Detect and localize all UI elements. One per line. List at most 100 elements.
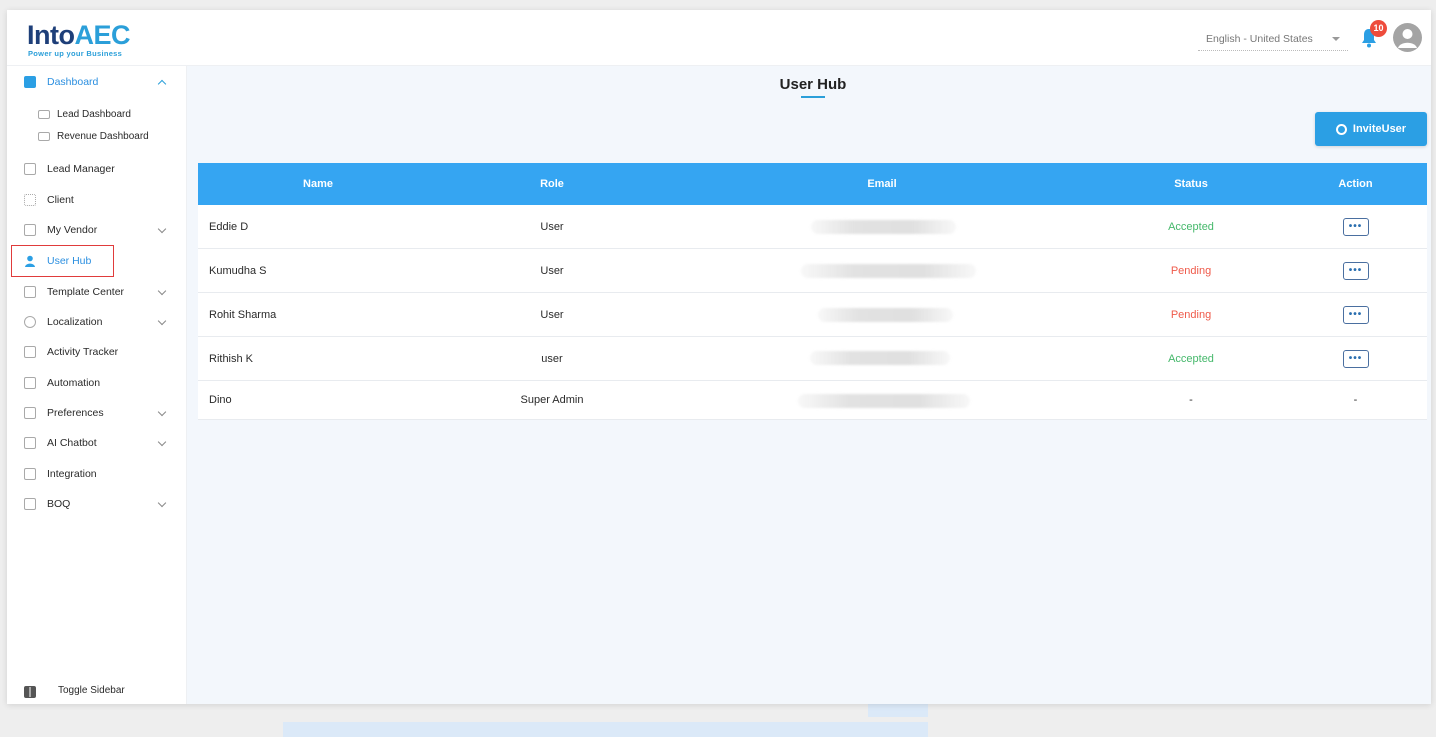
toggle-sidebar-icon [24, 686, 36, 698]
column-header-action[interactable]: Action [1284, 163, 1427, 205]
cell-status: - [1189, 394, 1193, 406]
toggle-sidebar-label: Toggle Sidebar [58, 685, 125, 696]
background-ghost-button [868, 703, 928, 717]
app-window: IntoAEC Power up your Business English -… [7, 10, 1431, 704]
sidebar-item-label: Client [47, 194, 74, 206]
boq-icon [24, 498, 36, 510]
cell-status: Pending [1170, 308, 1212, 321]
cell-email-redacted [801, 264, 976, 278]
sidebar-item-my-vendor[interactable]: My Vendor [7, 217, 187, 243]
sidebar-item-label: Preferences [47, 407, 104, 419]
sidebar-item-revenue-dashboard[interactable]: Revenue Dashboard [7, 123, 187, 149]
sidebar-item-automation[interactable]: Automation [7, 370, 187, 396]
sidebar-item-ai-chatbot[interactable]: AI Chatbot [7, 430, 187, 456]
chevron-up-icon[interactable] [157, 79, 167, 89]
more-actions-button[interactable]: ••• [1342, 305, 1369, 324]
language-select[interactable]: English - United States [1198, 27, 1348, 51]
users-table: Name Role Email Status Action Eddie D Us… [198, 163, 1427, 420]
sidebar-item-label: Localization [47, 316, 103, 328]
cell-action: - [1353, 394, 1358, 406]
invite-user-label: InviteUser [1352, 123, 1407, 135]
sidebar-item-preferences[interactable]: Preferences [7, 400, 187, 426]
column-header-role[interactable]: Role [438, 163, 666, 205]
cell-action: ••• [1284, 293, 1427, 336]
column-header-status[interactable]: Status [1098, 163, 1284, 205]
avatar[interactable] [1393, 23, 1422, 52]
logo-accent: AEC [74, 20, 130, 50]
more-actions-button[interactable]: ••• [1342, 261, 1369, 280]
cell-email-redacted [818, 308, 953, 322]
cell-name: Eddie D [209, 220, 249, 233]
top-header: IntoAEC Power up your Business English -… [7, 10, 1431, 66]
caret-down-icon [1332, 37, 1340, 41]
cell-role: User [540, 220, 564, 233]
table-row: Rohit Sharma User Pending ••• [198, 293, 1427, 337]
chevron-down-icon[interactable] [157, 437, 167, 447]
column-header-name[interactable]: Name [198, 163, 438, 205]
monitor-icon [38, 109, 50, 119]
table-header: Name Role Email Status Action [198, 163, 1427, 205]
sidebar-item-label: Lead Dashboard [57, 108, 131, 120]
cell-role: User [540, 264, 564, 277]
cell-role: user [541, 352, 563, 365]
cell-action: ••• [1284, 337, 1427, 380]
cell-email-redacted [798, 394, 970, 408]
chevron-down-icon[interactable] [157, 286, 167, 296]
lead-icon [24, 163, 36, 175]
sidebar-item-label: My Vendor [47, 224, 98, 236]
cell-role: Super Admin [520, 394, 584, 406]
language-value: English - United States [1206, 32, 1313, 45]
client-icon [24, 194, 36, 206]
sidebar: Dashboard Lead Dashboard Revenue Dashboa… [7, 66, 187, 704]
sidebar-item-template-center[interactable]: Template Center [7, 279, 187, 305]
table-row: Eddie D User Accepted ••• [198, 205, 1427, 249]
cell-status: Accepted [1168, 352, 1214, 365]
more-actions-button[interactable]: ••• [1342, 217, 1369, 236]
chevron-down-icon[interactable] [157, 224, 167, 234]
sidebar-item-label: Template Center [47, 286, 125, 298]
toggle-sidebar-button[interactable]: Toggle Sidebar [7, 680, 187, 704]
logo-main: Into [27, 20, 75, 50]
main-content: User Hub InviteUser Name Role Email Stat… [187, 66, 1431, 704]
table-row: Rithish K user Accepted ••• [198, 337, 1427, 381]
sidebar-item-integration[interactable]: Integration [7, 461, 187, 487]
highlight-box [11, 245, 114, 277]
sidebar-item-boq[interactable]: BOQ [7, 491, 187, 517]
cell-status: Accepted [1168, 220, 1214, 233]
sidebar-item-label: BOQ [47, 498, 71, 510]
table-row: Dino Super Admin - - [198, 381, 1427, 420]
invite-user-button[interactable]: InviteUser [1315, 112, 1427, 146]
sidebar-item-client[interactable]: Client [7, 187, 187, 213]
logo[interactable]: IntoAEC Power up your Business [27, 20, 145, 58]
sidebar-item-label: Automation [47, 377, 101, 389]
localization-icon [24, 316, 36, 328]
sidebar-item-activity-tracker[interactable]: Activity Tracker [7, 339, 187, 365]
sidebar-item-dashboard[interactable]: Dashboard [7, 69, 187, 95]
cell-role: User [540, 308, 564, 321]
chevron-down-icon[interactable] [157, 316, 167, 326]
sidebar-item-localization[interactable]: Localization [7, 309, 187, 335]
sidebar-item-label: Activity Tracker [47, 346, 119, 358]
sidebar-item-label: Revenue Dashboard [57, 130, 149, 142]
chatbot-icon [24, 437, 36, 449]
table-row: Kumudha S User Pending ••• [198, 249, 1427, 293]
column-header-email[interactable]: Email [666, 163, 1098, 205]
add-user-icon [1335, 123, 1347, 135]
cell-status: Pending [1170, 264, 1212, 277]
cell-action: ••• [1284, 249, 1427, 292]
template-icon [24, 286, 36, 298]
chevron-down-icon[interactable] [157, 498, 167, 508]
sidebar-item-lead-manager[interactable]: Lead Manager [7, 156, 187, 182]
activity-icon [24, 346, 36, 358]
cell-action: ••• [1284, 205, 1427, 248]
logo-text: IntoAEC [27, 20, 130, 51]
user-avatar-icon [1398, 29, 1417, 48]
chevron-down-icon[interactable] [157, 407, 167, 417]
integration-icon [24, 468, 36, 480]
sidebar-item-label: AI Chatbot [47, 437, 97, 449]
cell-email-redacted [810, 351, 950, 365]
cell-name: Dino [209, 394, 232, 406]
more-actions-button[interactable]: ••• [1342, 349, 1369, 368]
sidebar-item-label: Integration [47, 468, 97, 480]
preferences-icon [24, 407, 36, 419]
